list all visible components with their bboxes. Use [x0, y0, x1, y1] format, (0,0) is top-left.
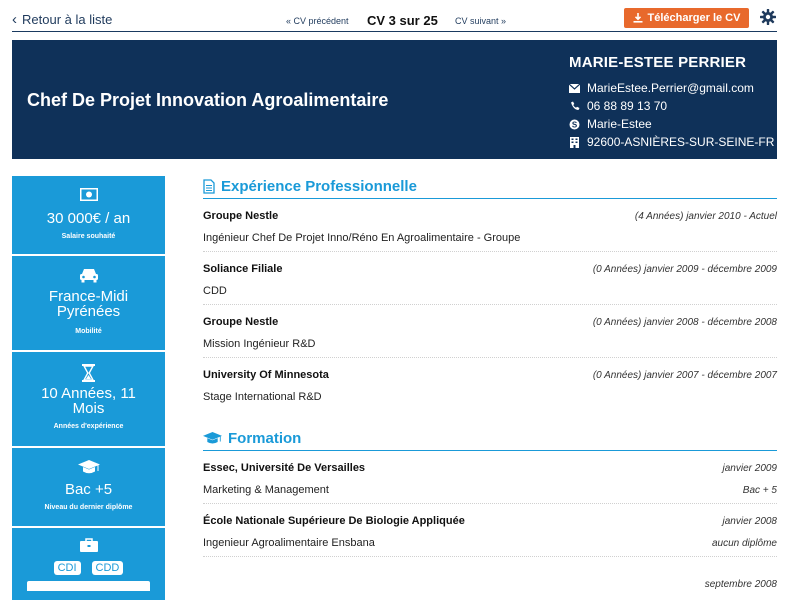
- top-divider: [12, 31, 777, 32]
- entry-header: École Nationale Supérieure De Biologie A…: [203, 515, 777, 527]
- summary-sidebar: 30 000€ / an Salaire souhaité France-Mid…: [12, 176, 165, 600]
- school-name: Essec, Université De Versailles: [203, 462, 366, 474]
- degree-level: Bac + 5: [742, 485, 777, 496]
- cv-counter: CV 3 sur 25: [367, 13, 438, 28]
- cv-header: Chef De Projet Innovation Agroalimentair…: [12, 40, 777, 159]
- building-icon: [569, 136, 580, 148]
- entry-header: Groupe Nestle (4 Années) janvier 2010 - …: [203, 210, 777, 222]
- cv-main-content: Expérience Professionnelle Groupe Nestle…: [203, 176, 777, 597]
- entry-header: Groupe Nestle (0 Années) janvier 2008 - …: [203, 316, 777, 328]
- graduation-cap-icon: [203, 431, 222, 443]
- experience-title-label: Expérience Professionnelle: [221, 177, 417, 195]
- email-row: MarieEstee.Perrier@gmail.com: [569, 79, 774, 97]
- degree-card: Bac +5 Niveau du dernier diplôme: [12, 448, 165, 528]
- experience-entry: Groupe Nestle (0 Années) janvier 2008 - …: [203, 305, 777, 358]
- postal-address: 92600-ASNIÈRES-SUR-SEINE-FR: [587, 135, 775, 149]
- formation-entry: septembre 2008: [203, 557, 777, 597]
- employer-name: Soliance Filiale: [203, 263, 283, 275]
- download-cv-button[interactable]: Télécharger le CV: [624, 8, 749, 28]
- phone-icon: [569, 101, 580, 112]
- gear-icon[interactable]: [760, 9, 776, 25]
- download-icon: [633, 13, 643, 23]
- entry-header: septembre 2008: [203, 579, 777, 590]
- email-address[interactable]: MarieEstee.Perrier@gmail.com: [587, 81, 754, 95]
- experience-label: Années d'expérience: [53, 423, 124, 430]
- graduation-cap-icon: [12, 460, 165, 475]
- candidate-name: MARIE-ESTEE PERRIER: [569, 54, 747, 71]
- skype-row: S Marie-Estee: [569, 115, 774, 133]
- chevron-left-icon: ‹: [12, 11, 17, 28]
- employment-period: (0 Années) janvier 2008 - décembre 2008: [592, 317, 777, 328]
- degree-label: Niveau du dernier diplôme: [44, 504, 133, 511]
- employment-period: (4 Années) janvier 2010 - Actuel: [634, 211, 777, 222]
- entry-header: University Of Minnesota (0 Années) janvi…: [203, 369, 777, 381]
- experience-card: 10 Années, 11 Mois Années d'expérience: [12, 352, 165, 448]
- experience-entry: University Of Minnesota (0 Années) janvi…: [203, 358, 777, 411]
- entry-header: Essec, Université De Versailles janvier …: [203, 462, 777, 474]
- employer-name: Groupe Nestle: [203, 316, 279, 328]
- contact-block: MARIE-ESTEE PERRIER MarieEstee.Perrier@g…: [569, 54, 774, 151]
- entry-header: Soliance Filiale (0 Années) janvier 2009…: [203, 263, 777, 275]
- school-name: École Nationale Supérieure De Biologie A…: [203, 515, 465, 527]
- contract-tag-cdd: CDD: [91, 561, 124, 575]
- download-cv-label: Télécharger le CV: [647, 12, 741, 24]
- salary-label: Salaire souhaité: [61, 233, 116, 240]
- degree-name: Marketing & Management: [203, 484, 329, 496]
- experience-entry: Soliance Filiale (0 Années) janvier 2009…: [203, 252, 777, 305]
- phone-number: 06 88 89 13 70: [587, 99, 668, 113]
- contract-tag-cdi: CDI: [53, 561, 81, 575]
- employer-name: Groupe Nestle: [203, 210, 279, 222]
- formation-title-label: Formation: [228, 429, 302, 447]
- address-row: 92600-ASNIÈRES-SUR-SEINE-FR: [569, 133, 774, 151]
- graduation-date: janvier 2009: [722, 463, 777, 474]
- experience-entry: Groupe Nestle (4 Années) janvier 2010 - …: [203, 199, 777, 252]
- degree-value: Bac +5: [64, 481, 113, 498]
- job-title: Chef De Projet Innovation Agroalimentair…: [27, 90, 389, 110]
- contact-candidate-button[interactable]: [27, 581, 150, 591]
- car-icon: [12, 268, 165, 283]
- job-description: Ingénieur Chef De Projet Inno/Réno En Ag…: [203, 232, 521, 244]
- mobility-value: France-Midi Pyrénées: [48, 288, 129, 320]
- briefcase-icon: [12, 538, 165, 552]
- mobility-card: France-Midi Pyrénées Mobilité: [12, 256, 165, 352]
- previous-cv-link[interactable]: « CV précédent: [286, 16, 349, 26]
- back-to-list-label: Retour à la liste: [22, 12, 113, 27]
- job-description: Mission Ingénieur R&D: [203, 338, 316, 350]
- job-description: Stage International R&D: [203, 391, 322, 403]
- entry-details: Marketing & Management Bac + 5: [203, 484, 777, 496]
- job-description: CDD: [203, 285, 227, 297]
- formation-entry: Essec, Université De Versailles janvier …: [203, 451, 777, 504]
- graduation-date: septembre 2008: [704, 579, 777, 590]
- back-to-list-link[interactable]: ‹ Retour à la liste: [12, 12, 112, 27]
- employer-name: University Of Minnesota: [203, 369, 329, 381]
- phone-row: 06 88 89 13 70: [569, 97, 774, 115]
- employment-period: (0 Années) janvier 2009 - décembre 2009: [592, 264, 777, 275]
- hourglass-icon: [12, 364, 165, 382]
- formation-entry: École Nationale Supérieure De Biologie A…: [203, 504, 777, 557]
- skype-id: Marie-Estee: [587, 117, 652, 131]
- salary-card: 30 000€ / an Salaire souhaité: [12, 176, 165, 256]
- money-icon: [12, 188, 165, 201]
- degree-level: aucun diplôme: [711, 538, 777, 549]
- employment-period: (0 Années) janvier 2007 - décembre 2007: [592, 370, 777, 381]
- experience-value: 10 Années, 11 Mois: [41, 385, 136, 417]
- skype-icon: S: [569, 119, 580, 130]
- experience-section-title: Expérience Professionnelle: [203, 176, 777, 196]
- document-icon: [203, 178, 215, 194]
- entry-details: Ingenieur Agroalimentaire Ensbana aucun …: [203, 537, 777, 549]
- formation-section-title: Formation: [203, 428, 777, 448]
- degree-name: Ingenieur Agroalimentaire Ensbana: [203, 537, 375, 549]
- next-cv-link[interactable]: CV suivant »: [455, 16, 506, 26]
- contract-types-card: CDI CDD: [12, 528, 165, 600]
- envelope-icon: [569, 83, 580, 94]
- contract-tags: CDI CDD: [12, 561, 165, 575]
- svg-text:S: S: [572, 120, 578, 129]
- graduation-date: janvier 2008: [722, 516, 777, 527]
- salary-value: 30 000€ / an: [46, 210, 131, 227]
- mobility-label: Mobilité: [75, 328, 102, 335]
- top-navigation-bar: ‹ Retour à la liste « CV précédent CV 3 …: [0, 0, 789, 34]
